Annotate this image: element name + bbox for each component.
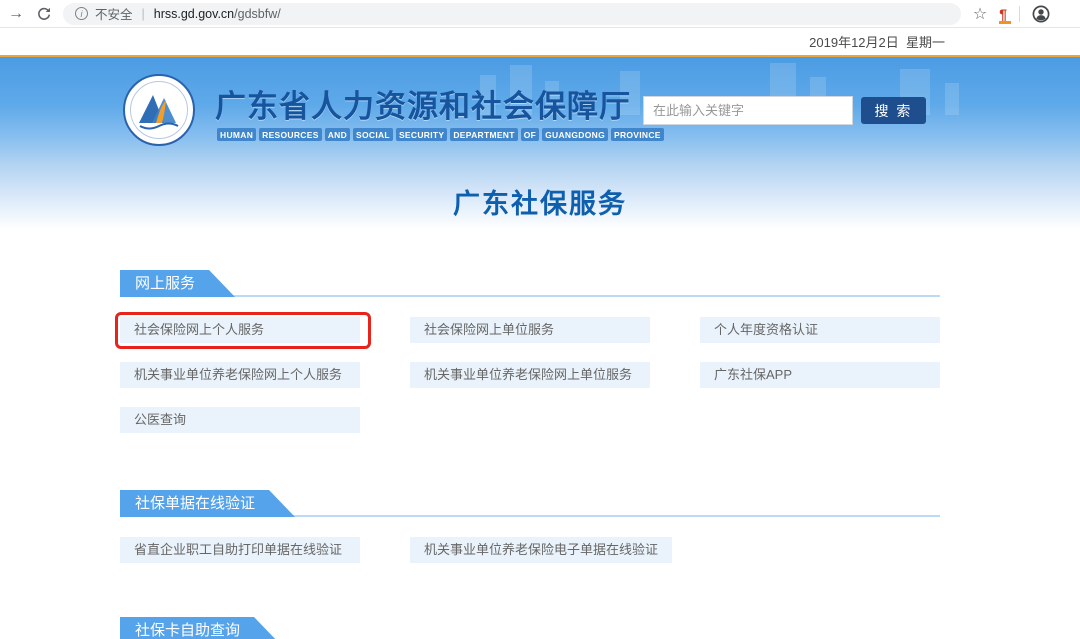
service-link-electronic-doc-verification[interactable]: 机关事业单位养老保险电子单据在线验证 xyxy=(410,537,672,563)
main-content: 网上服务 社会保险网上个人服务 社会保险网上单位服务 个人年度资格认证 机关事业… xyxy=(120,248,940,639)
url-separator: | xyxy=(140,7,147,21)
department-name: 广东省人力资源和社会保障厅 xyxy=(215,81,631,126)
service-row: 省直企业职工自助打印单据在线验证 机关事业单位养老保险电子单据在线验证 xyxy=(120,537,940,563)
url-host: hrss.gd.gov.cn xyxy=(154,7,234,21)
extension-icon[interactable]: ¶ xyxy=(999,7,1007,21)
site-header: 广东省人力资源和社会保障厅 HUMAN RESOURCES AND SOCIAL… xyxy=(0,57,1080,163)
service-row: 社会保险网上个人服务 社会保险网上单位服务 个人年度资格认证 xyxy=(120,317,940,343)
highlighted-service-wrapper: 社会保险网上个人服务 xyxy=(120,317,360,343)
reload-icon[interactable] xyxy=(36,6,51,21)
profile-avatar-icon[interactable] xyxy=(1032,5,1050,23)
service-link-social-insurance-unit[interactable]: 社会保险网上单位服务 xyxy=(410,317,650,343)
security-label: 不安全 xyxy=(95,4,133,23)
section-online-services: 网上服务 xyxy=(120,270,940,297)
url-path: /gdsbfw/ xyxy=(234,7,281,21)
online-services-grid: 社会保险网上个人服务 社会保险网上单位服务 个人年度资格认证 机关事业单位养老保… xyxy=(120,317,940,433)
section-document-verification: 社保单据在线验证 xyxy=(120,490,940,517)
search-input[interactable] xyxy=(643,96,853,125)
department-logo[interactable] xyxy=(122,73,196,147)
section-title-ribbon: 社保单据在线验证 xyxy=(120,490,295,517)
search-button[interactable]: 搜 索 xyxy=(861,97,926,124)
current-date: 2019年12月2日 星期一 xyxy=(809,32,945,51)
service-link-gov-pension-personal[interactable]: 机关事业单位养老保险网上个人服务 xyxy=(120,362,360,388)
service-link-gov-pension-unit[interactable]: 机关事业单位养老保险网上单位服务 xyxy=(410,362,650,388)
browser-toolbar: → i 不安全 | hrss.gd.gov.cn/gdsbfw/ ☆ ¶ xyxy=(0,0,1080,28)
service-link-public-medical-query[interactable]: 公医查询 xyxy=(120,407,360,433)
service-row: 公医查询 xyxy=(120,407,940,433)
section-title-ribbon: 网上服务 xyxy=(120,270,235,297)
section-social-card-query: 社保卡自助查询 xyxy=(120,617,940,639)
site-info-icon[interactable]: i xyxy=(75,7,88,20)
bookmark-star-icon[interactable]: ☆ xyxy=(973,4,987,24)
department-name-english: HUMAN RESOURCES AND SOCIAL SECURITY DEPA… xyxy=(217,128,664,141)
service-link-self-print-verification[interactable]: 省直企业职工自助打印单据在线验证 xyxy=(120,537,360,563)
toolbar-divider xyxy=(1019,6,1020,22)
title-band: 广东社保服务 xyxy=(0,163,1080,248)
date-bar: 2019年12月2日 星期一 xyxy=(0,28,1080,55)
section-title-ribbon: 社保卡自助查询 xyxy=(120,617,280,639)
verification-services-grid: 省直企业职工自助打印单据在线验证 机关事业单位养老保险电子单据在线验证 xyxy=(120,537,940,563)
forward-icon[interactable]: → xyxy=(8,6,24,22)
service-link-annual-qualification[interactable]: 个人年度资格认证 xyxy=(700,317,940,343)
page-title: 广东社保服务 xyxy=(453,182,627,221)
address-bar[interactable]: i 不安全 | hrss.gd.gov.cn/gdsbfw/ xyxy=(63,3,961,25)
service-row: 机关事业单位养老保险网上个人服务 机关事业单位养老保险网上单位服务 广东社保AP… xyxy=(120,362,940,388)
service-link-social-insurance-personal[interactable]: 社会保险网上个人服务 xyxy=(120,317,360,343)
service-link-gd-social-app[interactable]: 广东社保APP xyxy=(700,362,940,388)
url-text[interactable]: hrss.gd.gov.cn/gdsbfw/ xyxy=(154,7,281,21)
